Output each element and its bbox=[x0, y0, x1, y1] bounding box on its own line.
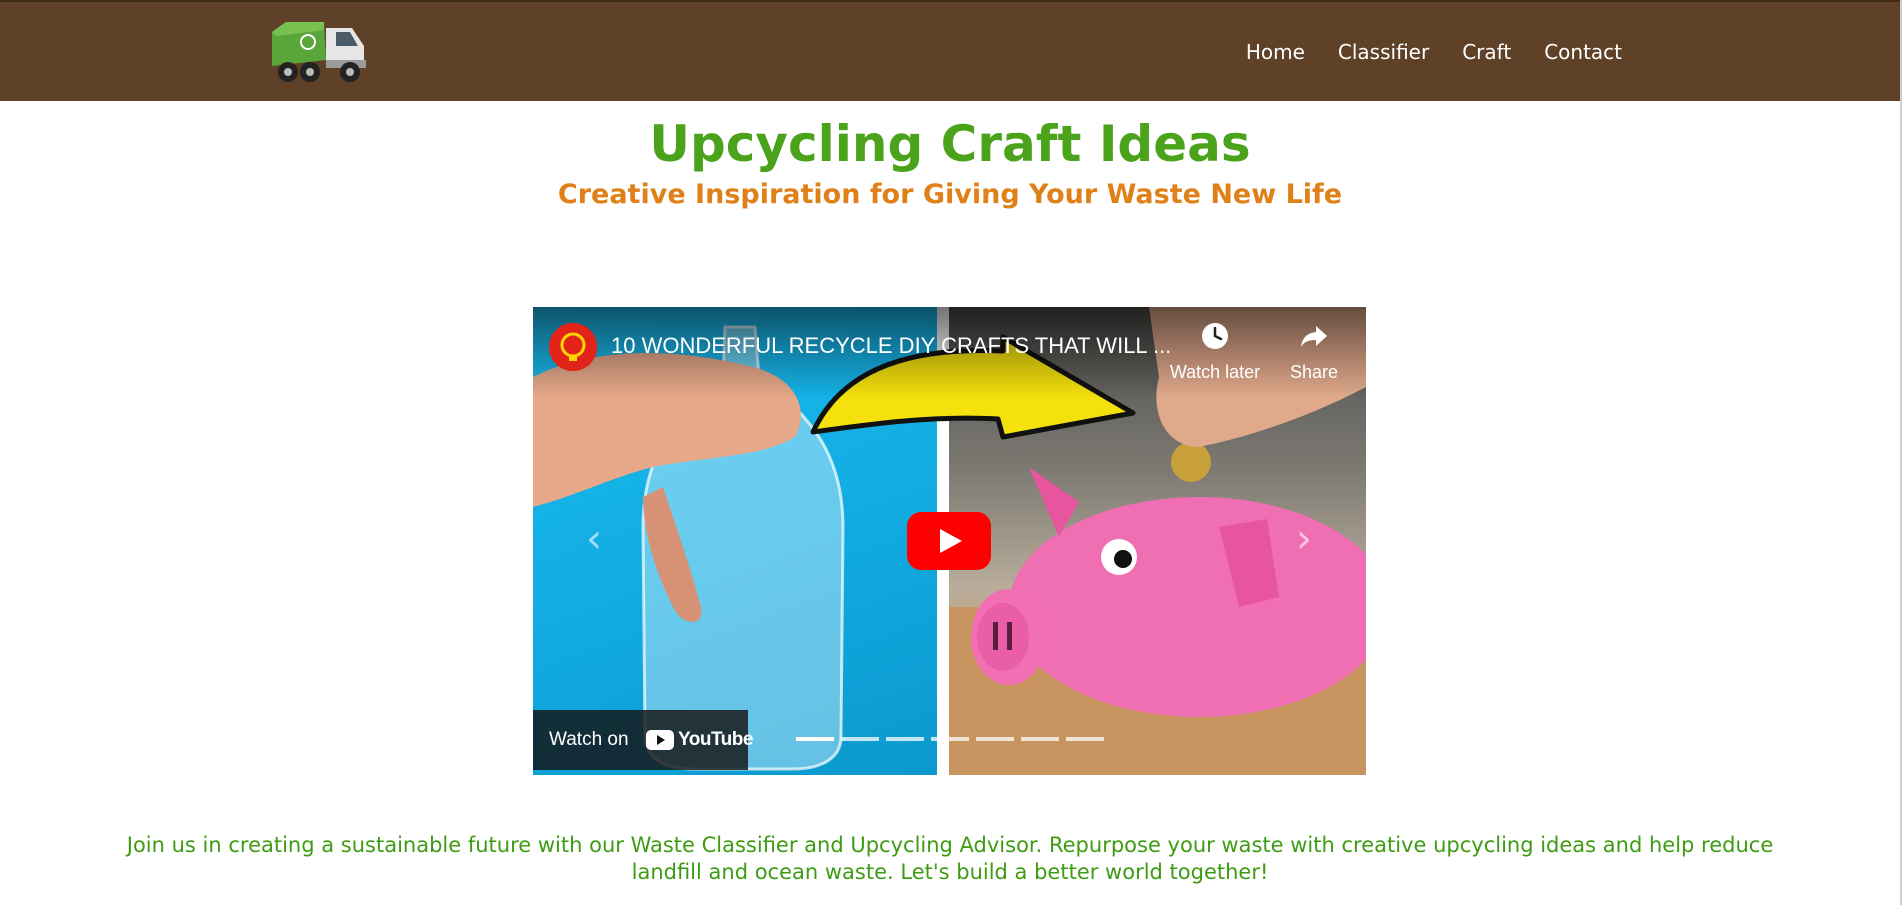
carousel-indicator[interactable] bbox=[796, 737, 834, 741]
page-subtitle: Creative Inspiration for Giving Your Was… bbox=[557, 179, 1343, 210]
carousel-indicator[interactable] bbox=[841, 737, 879, 741]
youtube-logo: YouTube bbox=[646, 729, 753, 751]
nav-link-contact[interactable]: Contact bbox=[1544, 40, 1622, 64]
carousel-prev-button[interactable]: ‹ bbox=[579, 519, 609, 559]
watch-later-button[interactable]: Watch later bbox=[1163, 321, 1267, 383]
carousel-indicator[interactable] bbox=[976, 737, 1014, 741]
share-label: Share bbox=[1289, 362, 1339, 382]
share-icon bbox=[1301, 326, 1327, 347]
video-title[interactable]: 10 WONDERFUL RECYCLE DIY CRAFTS THAT WIL… bbox=[611, 333, 1171, 359]
navbar: Home Classifier Craft Contact bbox=[0, 0, 1900, 101]
youtube-logo-icon bbox=[646, 730, 674, 750]
youtube-logo-text: YouTube bbox=[678, 729, 753, 750]
nav-link-craft[interactable]: Craft bbox=[1462, 40, 1511, 64]
watch-later-label: Watch later bbox=[1169, 362, 1261, 382]
carousel-indicator[interactable] bbox=[1021, 737, 1059, 741]
garbage-truck-icon[interactable] bbox=[266, 16, 370, 86]
carousel-indicators bbox=[796, 737, 1104, 741]
watch-on-youtube-button[interactable]: Watch on YouTube bbox=[533, 710, 753, 770]
footer-text: Join us in creating a sustainable future… bbox=[126, 833, 1774, 884]
nav-link-classifier[interactable]: Classifier bbox=[1338, 40, 1429, 64]
clock-icon bbox=[1202, 323, 1228, 349]
share-button[interactable]: Share bbox=[1279, 321, 1349, 383]
nav-link-home[interactable]: Home bbox=[1246, 40, 1305, 64]
channel-avatar[interactable] bbox=[549, 323, 597, 371]
carousel-indicator[interactable] bbox=[886, 737, 924, 741]
video-carousel[interactable]: 10 WONDERFUL RECYCLE DIY CRAFTS THAT WIL… bbox=[533, 307, 1366, 775]
carousel-indicator[interactable] bbox=[1066, 737, 1104, 741]
play-button[interactable] bbox=[907, 512, 991, 570]
page-title: Upcycling Craft Ideas bbox=[649, 115, 1251, 173]
nav-links: Home Classifier Craft Contact bbox=[1246, 40, 1622, 64]
carousel-indicator[interactable] bbox=[931, 737, 969, 741]
carousel-next-button[interactable]: › bbox=[1289, 519, 1319, 559]
watch-on-label: Watch on bbox=[549, 729, 629, 750]
youtube-play-icon bbox=[907, 512, 991, 570]
